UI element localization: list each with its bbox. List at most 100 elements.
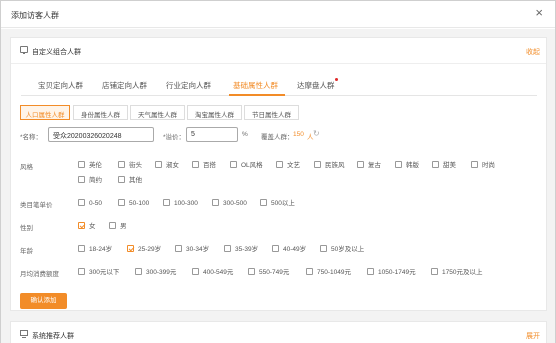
collapse-link[interactable]: 收起 [526, 47, 540, 57]
checkbox[interactable] [306, 268, 313, 275]
gender-label: 性别 [20, 225, 33, 232]
checkbox[interactable] [432, 161, 439, 168]
age-option[interactable]: 40-49岁 [272, 245, 306, 254]
tab-basic-attribute-crowd[interactable]: 基础属性人群 [233, 80, 278, 91]
checkbox[interactable] [163, 199, 170, 206]
subtab-taobao[interactable]: 淘宝属性人群 [187, 105, 242, 120]
price-label: 类目笔单价 [20, 202, 53, 209]
checkbox[interactable] [431, 268, 438, 275]
close-icon[interactable]: × [535, 6, 543, 19]
age-option[interactable]: 25-29岁 [127, 245, 161, 254]
style-option[interactable]: 百搭 [192, 161, 216, 170]
spend-option[interactable]: 1750元及以上 [431, 268, 482, 277]
checkbox-checked[interactable] [127, 245, 134, 252]
age-option[interactable]: 35-39岁 [224, 245, 258, 254]
checkbox[interactable] [367, 268, 374, 275]
expand-link[interactable]: 展开 [526, 331, 540, 341]
checkbox[interactable] [471, 161, 478, 168]
style-option[interactable]: 街头 [118, 161, 142, 170]
checkbox[interactable] [78, 176, 85, 183]
tab-industry-crowd[interactable]: 行业定向人群 [166, 80, 211, 91]
tab-product-crowd[interactable]: 宝贝定向人群 [38, 80, 83, 91]
checkbox[interactable] [118, 176, 125, 183]
gender-option[interactable]: 女 [78, 222, 96, 231]
spend-option[interactable]: 1050-1749元 [367, 268, 416, 277]
checkbox[interactable] [192, 268, 199, 275]
checkbox[interactable] [320, 245, 327, 252]
subtab-festival[interactable]: 节日属性人群 [244, 105, 299, 120]
age-option[interactable]: 30-34岁 [175, 245, 209, 254]
spend-option[interactable]: 300元以下 [78, 268, 119, 277]
gender-option[interactable]: 男 [109, 222, 127, 231]
checkbox[interactable] [78, 199, 85, 206]
checkbox[interactable] [78, 161, 85, 168]
age-option[interactable]: 18-24岁 [78, 245, 112, 254]
subtab-identity[interactable]: 身份属性人群 [73, 105, 128, 120]
spend-option[interactable]: 750-1049元 [306, 268, 351, 277]
cover-label: 覆盖人群： [261, 134, 294, 141]
style-option[interactable]: 甜美 [432, 161, 456, 170]
style-option[interactable]: 简约 [78, 176, 102, 185]
age-option[interactable]: 50岁及以上 [320, 245, 364, 254]
monitor-icon [20, 330, 28, 338]
checkbox[interactable] [212, 199, 219, 206]
checkbox[interactable] [109, 222, 116, 229]
recommend-crowd-title: 系统推荐人群 [32, 333, 74, 340]
tab-shop-crowd[interactable]: 店铺定向人群 [102, 80, 147, 91]
crowd-type-tabs: 宝贝定向人群 店铺定向人群 行业定向人群 基础属性人群 达摩盘人群 [21, 74, 537, 96]
refresh-icon[interactable]: ↻ [313, 129, 320, 138]
custom-crowd-panel-header: 自定义组合人群 收起 [11, 38, 546, 64]
style-option[interactable]: 英伦 [78, 161, 102, 170]
checkbox[interactable] [118, 199, 125, 206]
name-label: *名称： [20, 134, 43, 141]
price-option[interactable]: 50-100 [118, 199, 149, 208]
checkbox[interactable] [175, 245, 182, 252]
checkbox[interactable] [314, 161, 321, 168]
price-option[interactable]: 500以上 [260, 199, 295, 208]
style-option[interactable]: 民族风 [314, 161, 345, 170]
price-option[interactable]: 100-300 [163, 199, 198, 208]
checkbox[interactable] [260, 199, 267, 206]
price-option[interactable]: 0-50 [78, 199, 102, 208]
style-label: 风格 [20, 164, 33, 171]
dialog-content: 自定义组合人群 收起 宝贝定向人群 店铺定向人群 行业定向人群 基础属性人群 达… [1, 29, 555, 343]
checkbox[interactable] [224, 245, 231, 252]
checkbox[interactable] [272, 245, 279, 252]
style-option[interactable]: 淑女 [155, 161, 179, 170]
spend-option[interactable]: 550-749元 [248, 268, 289, 277]
checkbox[interactable] [78, 268, 85, 275]
checkbox[interactable] [155, 161, 162, 168]
checkbox[interactable] [192, 161, 199, 168]
style-option[interactable]: 韩版 [395, 161, 419, 170]
premium-input[interactable]: 5 [186, 127, 238, 142]
checkbox[interactable] [118, 161, 125, 168]
spend-option[interactable]: 400-549元 [192, 268, 233, 277]
checkbox-checked[interactable] [78, 222, 85, 229]
dialog: 添加访客人群 × 自定义组合人群 收起 宝贝定向人群 店铺定向人群 行业定向人群… [0, 0, 556, 343]
style-option[interactable]: OL风格 [230, 161, 263, 170]
checkbox[interactable] [357, 161, 364, 168]
spend-option[interactable]: 300-399元 [135, 268, 176, 277]
checkbox[interactable] [248, 268, 255, 275]
subtab-demographic[interactable]: 人口属性人群 [20, 105, 70, 120]
checkbox[interactable] [135, 268, 142, 275]
custom-crowd-panel: 自定义组合人群 收起 宝贝定向人群 店铺定向人群 行业定向人群 基础属性人群 达… [10, 37, 547, 311]
checkbox[interactable] [276, 161, 283, 168]
checkbox[interactable] [395, 161, 402, 168]
style-option[interactable]: 复古 [357, 161, 381, 170]
recommend-crowd-panel: 系统推荐人群 展开 [10, 321, 547, 343]
subtab-weather[interactable]: 天气属性人群 [130, 105, 185, 120]
confirm-add-button[interactable]: 确认添加 [20, 293, 67, 309]
spend-label: 月均消费额度 [20, 271, 59, 278]
checkbox[interactable] [78, 245, 85, 252]
style-option[interactable]: 其他 [118, 176, 142, 185]
premium-label: *溢价： [163, 134, 186, 141]
price-option[interactable]: 300-500 [212, 199, 247, 208]
style-option[interactable]: 时尚 [471, 161, 495, 170]
premium-unit: % [242, 131, 248, 138]
tab-damopan-crowd[interactable]: 达摩盘人群 [297, 80, 335, 91]
name-input[interactable]: 受众20200326020248 [48, 127, 154, 142]
cover-count: 150 [293, 131, 304, 138]
checkbox[interactable] [230, 161, 237, 168]
style-option[interactable]: 文艺 [276, 161, 300, 170]
